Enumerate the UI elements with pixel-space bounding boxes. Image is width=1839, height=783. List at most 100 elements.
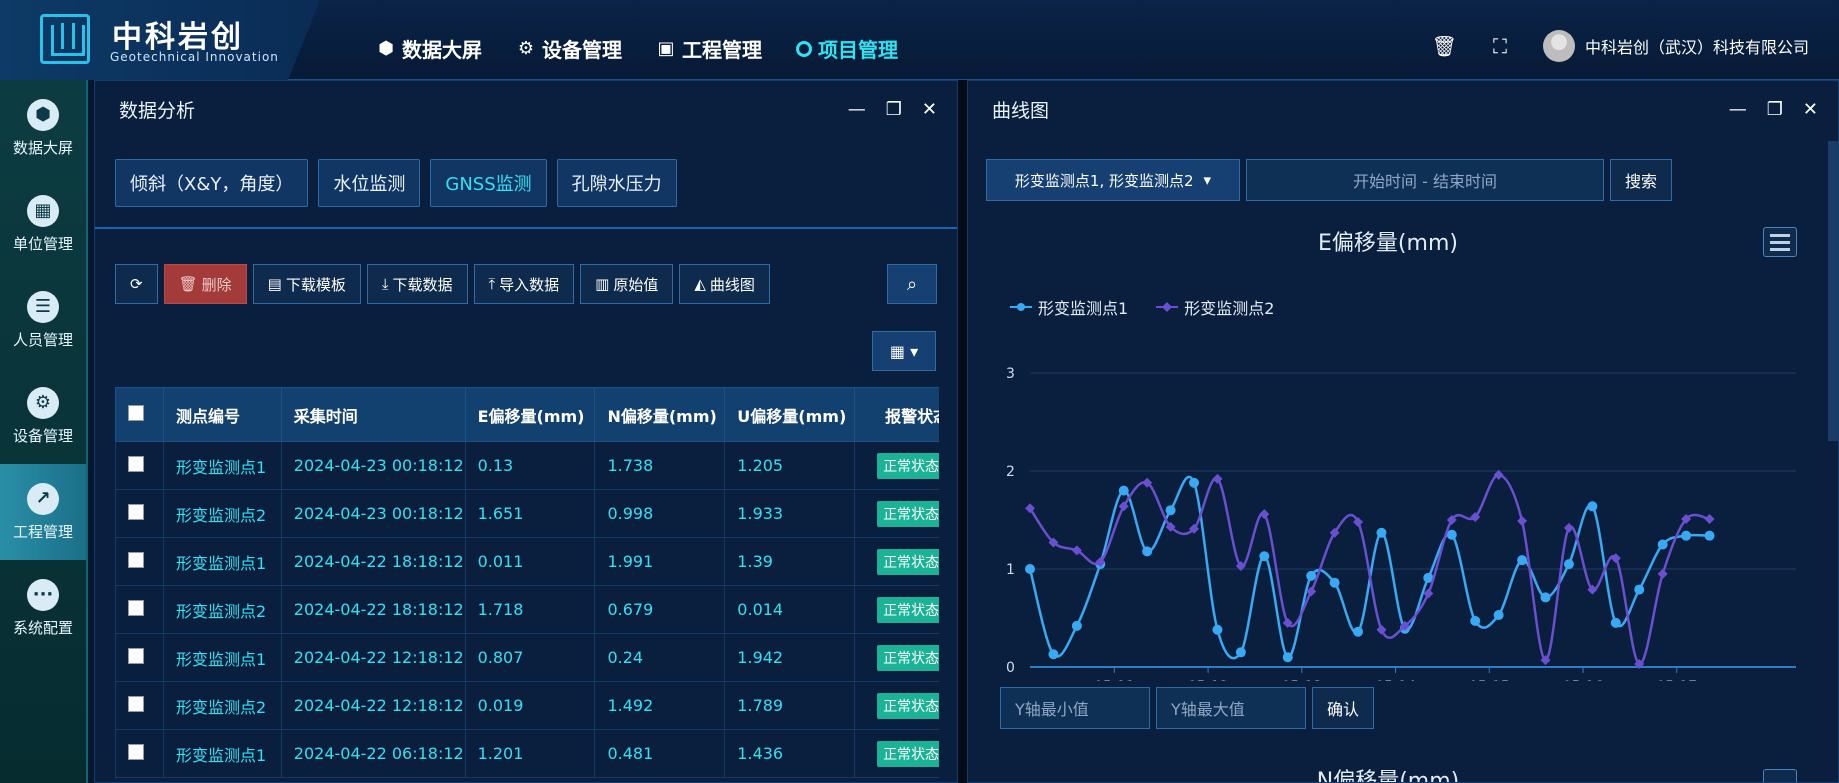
tab-gnss[interactable]: GNSS监测 — [430, 159, 547, 207]
column-header[interactable]: U偏移量(mm) — [724, 387, 856, 442]
row-checkbox[interactable] — [128, 503, 144, 520]
tab-pore-pressure[interactable]: 孔隙水压力 — [556, 159, 677, 207]
y-min-input[interactable]: Y轴最小值 — [1000, 687, 1150, 729]
data-point — [1118, 485, 1129, 496]
download-template-button[interactable]: ▤ 下载模板 — [252, 264, 361, 304]
chart-icon: ▣ — [657, 38, 675, 59]
table-row[interactable]: 形变监测点2 2024-04-22 18:18:12 1.718 0.679 0.014… — [115, 585, 939, 634]
column-header[interactable]: 报警状态 — [854, 387, 939, 442]
table-cell: 1.201 — [464, 729, 596, 778]
minimize-icon[interactable]: — — [1729, 99, 1747, 120]
table-row[interactable]: 形变监测点2 2024-04-23 00:18:12 1.651 0.998 1.933… — [115, 489, 939, 538]
minimize-icon[interactable]: — — [848, 99, 866, 120]
button-label: 下载数据 — [392, 275, 453, 294]
maximize-icon[interactable]: ❐ — [1767, 99, 1783, 120]
row-checkbox[interactable] — [128, 455, 144, 472]
nav-device-management[interactable]: ⚙ 设备管理 — [516, 34, 622, 63]
table-cell: 1.651 — [464, 489, 596, 538]
sidebar-item-engineering[interactable]: ↗ 工程管理 — [0, 464, 86, 560]
maximize-icon[interactable]: ❐ — [886, 99, 902, 120]
delete-button[interactable]: 🗑 删除 — [163, 264, 247, 304]
company-name: 中科岩创（武汉）科技有限公司 — [1584, 38, 1809, 57]
select-all-checkbox[interactable] — [128, 404, 144, 421]
column-toggle-button[interactable]: ▦ ▾ — [872, 331, 936, 371]
close-icon[interactable]: ✕ — [1803, 99, 1818, 120]
sidebar-item-data-screen[interactable]: ⬢ 数据大屏 — [0, 80, 86, 176]
row-checkbox[interactable] — [128, 599, 144, 616]
table-row[interactable]: 形变监测点1 2024-04-23 00:18:12 0.13 1.738 1.205 正… — [115, 441, 939, 490]
table-cell: 1.205 — [724, 441, 856, 490]
row-checkbox[interactable] — [128, 695, 144, 712]
button-label: 删除 — [201, 275, 232, 294]
data-point — [1610, 617, 1621, 628]
trash-icon[interactable]: 🗑 — [1432, 34, 1457, 58]
gear-icon: ⚙ — [27, 386, 59, 419]
date-range-input[interactable]: 开始时间 - 结束时间 — [1246, 159, 1604, 201]
table-cell: 0.998 — [594, 489, 726, 538]
row-checkbox[interactable] — [128, 647, 144, 664]
table-row[interactable]: 形变监测点1 2024-04-22 06:18:12 1.201 0.481 1.436… — [115, 729, 939, 778]
legend-label: 形变监测点2 — [1184, 299, 1275, 318]
row-select-cell — [115, 681, 164, 730]
search-icon: ⌕ — [906, 273, 918, 295]
column-header[interactable]: N偏移量(mm) — [594, 387, 726, 442]
search-button[interactable]: ⌕ — [887, 264, 937, 304]
y-max-input[interactable]: Y轴最大值 — [1156, 687, 1306, 729]
table-cell: 1.492 — [594, 681, 726, 730]
chart-menu-button[interactable] — [1763, 227, 1797, 257]
legend-item-series-1[interactable]: 形变监测点1 — [1010, 295, 1128, 319]
close-icon[interactable]: ✕ — [922, 99, 937, 120]
tab-tilt[interactable]: 倾斜（X&Y，角度） — [115, 159, 309, 207]
table-cell: 2024-04-22 18:18:12 — [280, 585, 466, 634]
data-point — [1517, 515, 1528, 526]
confirm-button[interactable]: 确认 — [1312, 687, 1375, 729]
cube-icon: ⬢ — [378, 38, 394, 59]
logo-icon — [40, 14, 90, 64]
column-header[interactable]: 测点编号 — [162, 387, 282, 442]
second-chart-menu-button[interactable] — [1763, 769, 1797, 782]
legend-marker-diamond — [1156, 302, 1179, 312]
nav-data-screen[interactable]: ⬢ 数据大屏 — [376, 34, 482, 63]
data-point — [1587, 501, 1598, 512]
nav-label: 数据大屏 — [402, 38, 482, 62]
row-select-cell — [115, 537, 164, 586]
user-card-icon: ☰ — [27, 290, 59, 323]
refresh-button[interactable]: ⟳ — [115, 264, 158, 304]
table-row[interactable]: 形变监测点2 2024-04-22 12:18:12 0.019 1.492 1.789… — [115, 681, 939, 730]
status-badge: 正常状态 — [877, 740, 939, 767]
data-table-wrapper: 测点编号 采集时间 E偏移量(mm) N偏移量(mm) U偏移量(mm) 报警状… — [115, 387, 939, 778]
table-row[interactable]: 形变监测点1 2024-04-22 18:18:12 0.011 1.991 1.39 正… — [115, 537, 939, 586]
row-checkbox[interactable] — [128, 743, 144, 760]
row-checkbox[interactable] — [128, 551, 144, 568]
sidebar-item-personnel[interactable]: ☰ 人员管理 — [0, 272, 86, 368]
scrollbar[interactable] — [1828, 141, 1838, 441]
fullscreen-icon[interactable]: ⛶ — [1493, 34, 1507, 58]
tab-water-level[interactable]: 水位监测 — [318, 159, 421, 207]
table-cell: 1.991 — [594, 537, 726, 586]
table-cell: 1.942 — [724, 633, 856, 682]
upload-icon: ⤒ — [488, 275, 496, 293]
user-menu[interactable]: 中科岩创（武汉）科技有限公司 — [1542, 30, 1809, 62]
sidebar-item-units[interactable]: ▦ 单位管理 — [0, 176, 86, 272]
curve-button[interactable]: ◭ 曲线图 — [679, 264, 770, 304]
status-badge: 正常状态 — [877, 692, 939, 719]
download-data-button[interactable]: ⤓ 下载数据 — [366, 264, 468, 304]
legend-item-series-2[interactable]: 形变监测点2 — [1156, 295, 1274, 319]
search-button[interactable]: 搜索 — [1610, 159, 1673, 201]
data-point — [1657, 539, 1668, 550]
gear-icon: ⚙ — [517, 38, 535, 59]
table-cell: 形变监测点2 — [162, 681, 282, 730]
nav-project-engineering[interactable]: ▣ 工程管理 — [656, 34, 762, 63]
y-tick-label: 3 — [1006, 366, 1015, 382]
column-header[interactable]: 采集时间 — [280, 387, 466, 442]
point-select[interactable]: 形变监测点1, 形变监测点2 ▾ — [986, 159, 1240, 201]
nav-project-management[interactable]: 项目管理 — [796, 34, 898, 63]
column-header[interactable]: E偏移量(mm) — [464, 387, 596, 442]
sidebar-item-system-config[interactable]: ··· 系统配置 — [0, 560, 86, 656]
import-data-button[interactable]: ⤒ 导入数据 — [473, 264, 575, 304]
raw-values-button[interactable]: ▥ 原始值 — [580, 264, 674, 304]
sidebar-item-devices[interactable]: ⚙ 设备管理 — [0, 368, 86, 464]
table-cell: 2024-04-22 12:18:12 — [280, 681, 466, 730]
table-row[interactable]: 形变监测点1 2024-04-22 12:18:12 0.807 0.24 1.942 正… — [115, 633, 939, 682]
x-tick-label: 05-17 — [1656, 679, 1697, 681]
